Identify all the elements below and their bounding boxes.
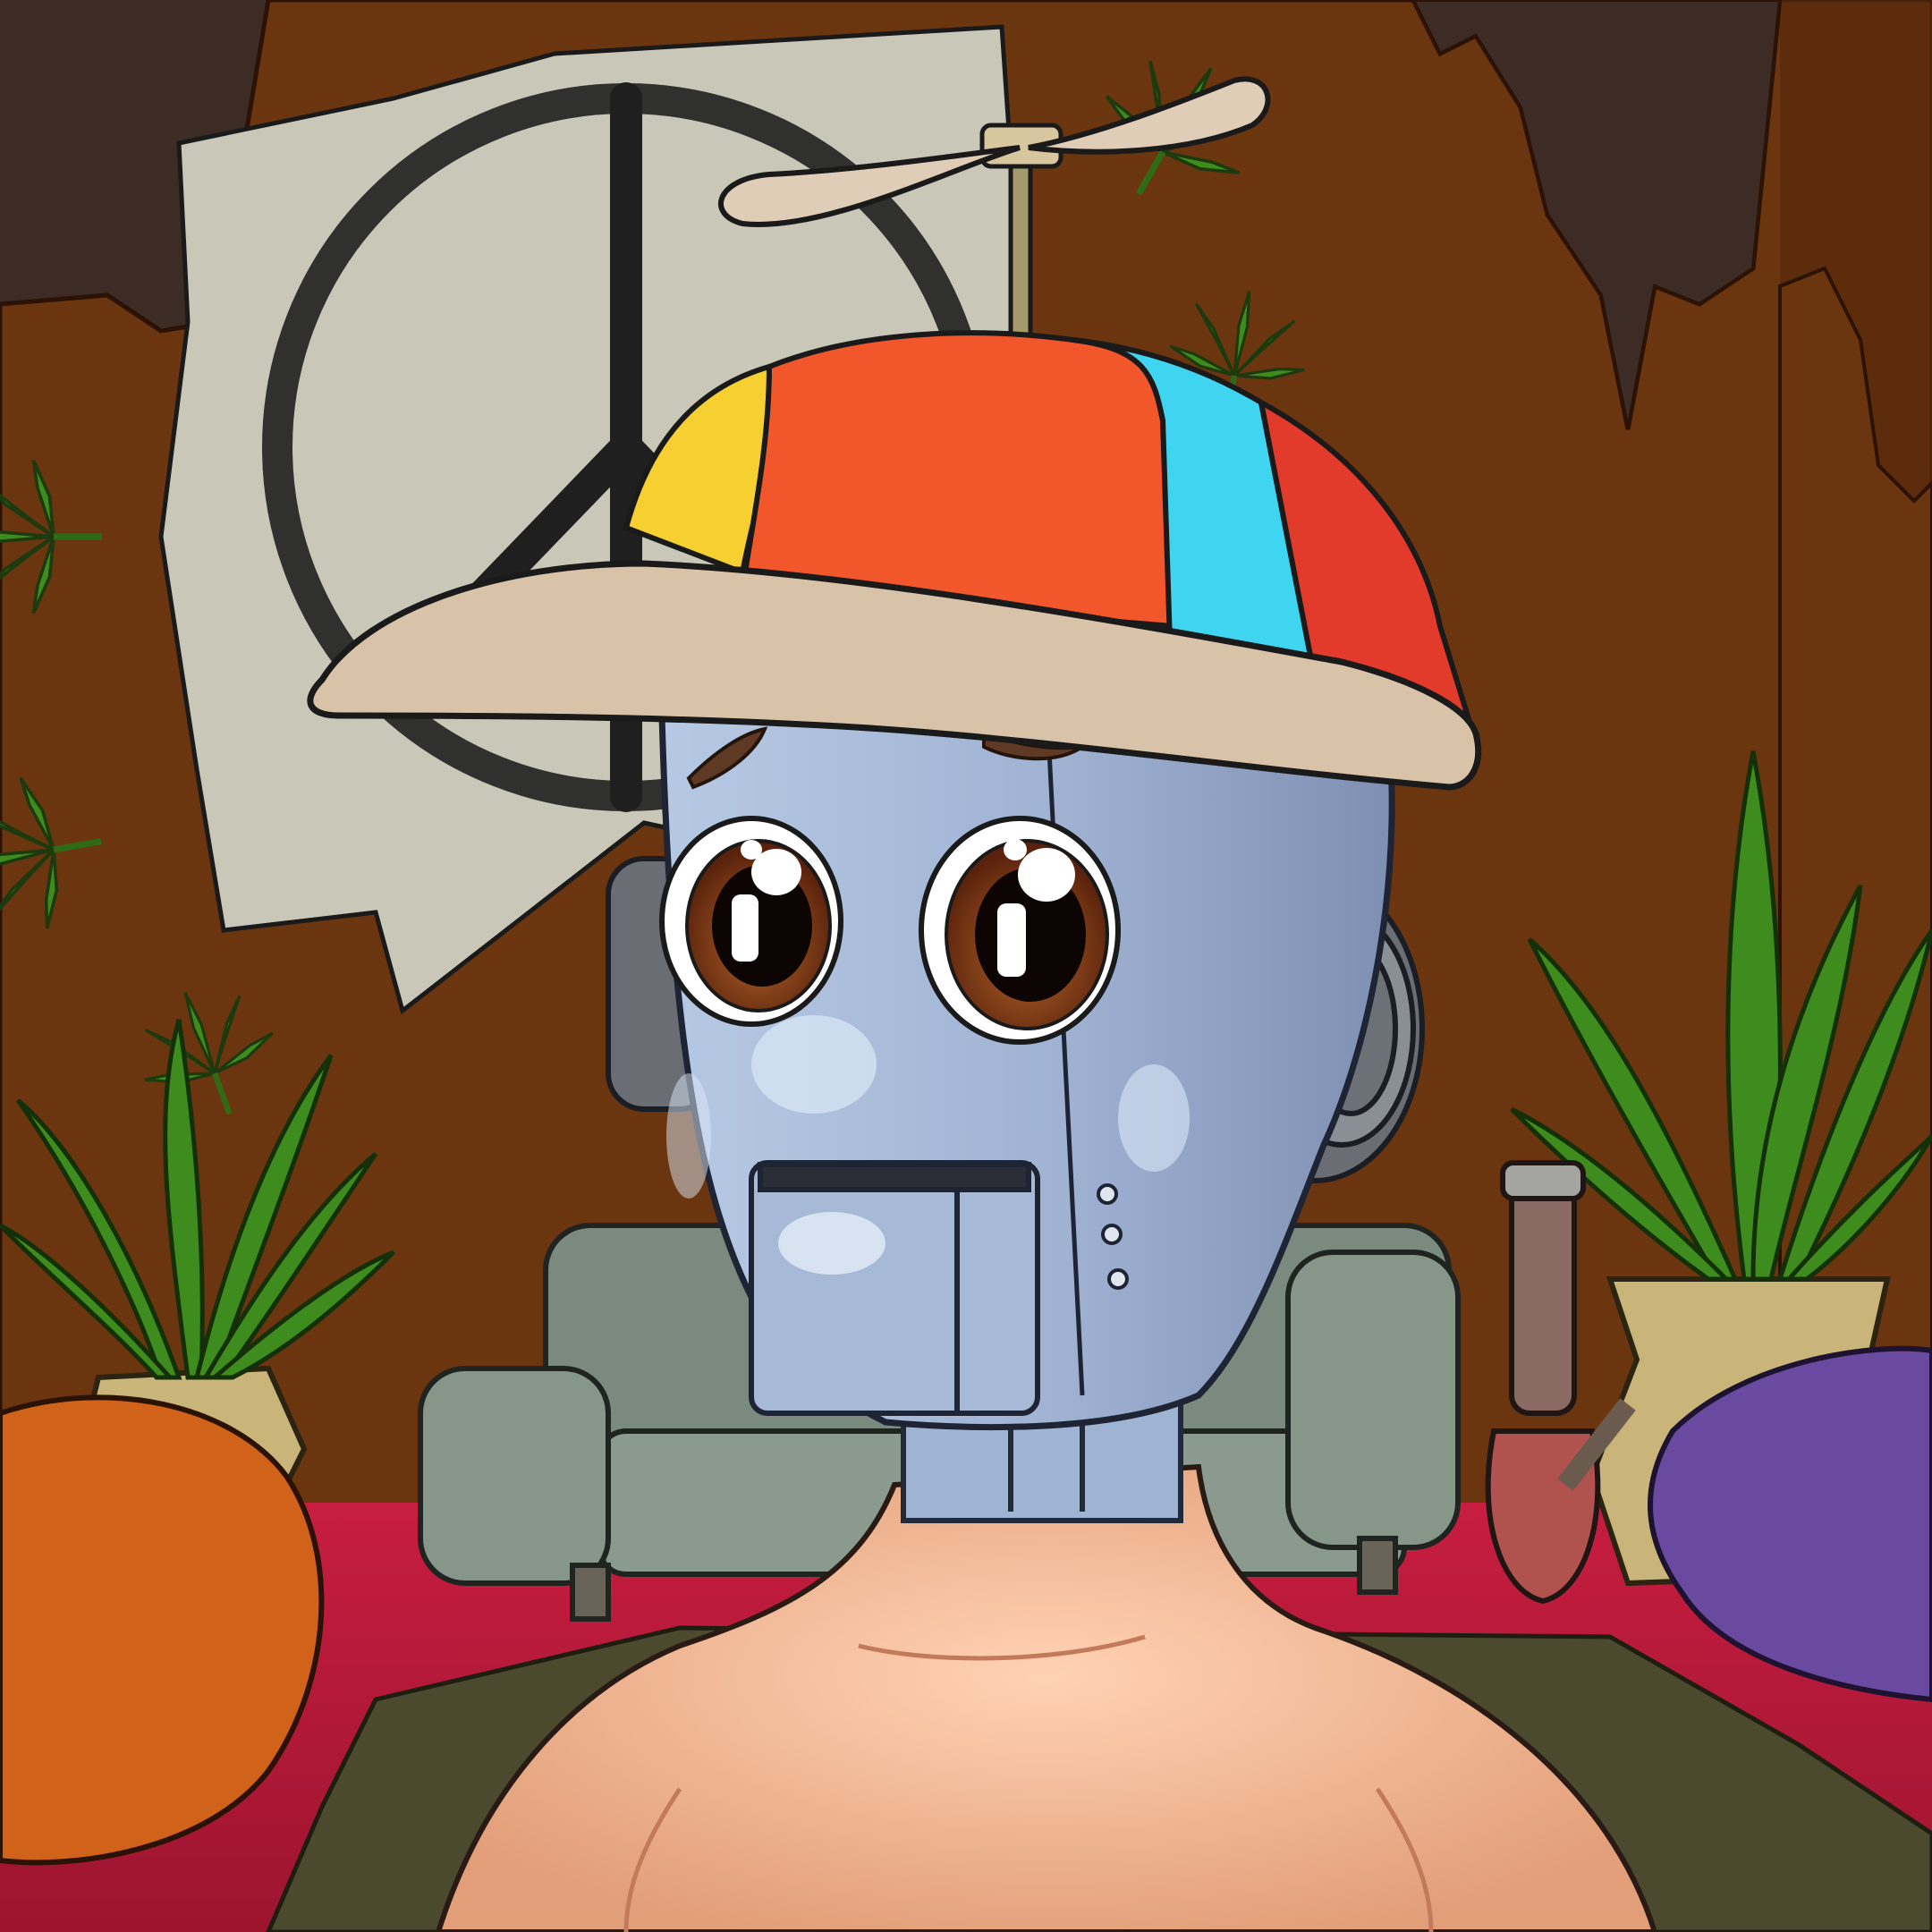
robot-jaw xyxy=(749,1160,1040,1416)
right-eye xyxy=(919,816,1121,1045)
left-eye xyxy=(659,816,843,1027)
illustration-canvas xyxy=(0,0,1932,1932)
